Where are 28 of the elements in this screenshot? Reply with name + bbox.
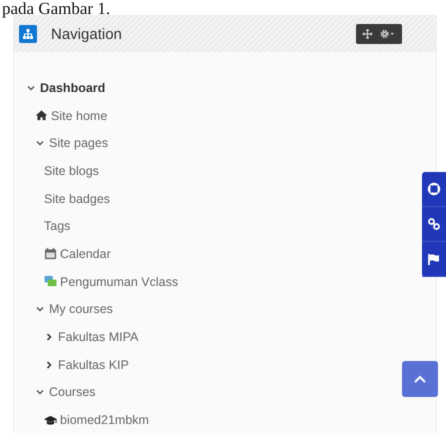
back-to-top-button[interactable]	[402, 361, 438, 397]
graduation-cap-icon	[44, 414, 57, 427]
tree-item[interactable]: Pengumuman Vclass	[60, 274, 178, 289]
tree-item[interactable]: Calendar	[60, 246, 111, 261]
tree-item[interactable]: Fakultas MIPA	[58, 330, 138, 344]
tree-item[interactable]: Site badges	[44, 192, 110, 206]
chevron-up-icon	[413, 374, 427, 384]
tree-item[interactable]: Site pages	[49, 136, 108, 150]
chevron-right-icon[interactable]	[44, 332, 54, 342]
tree-item[interactable]: Site home	[51, 108, 108, 123]
chevron-right-icon[interactable]	[44, 360, 54, 370]
chat-bubbles-icon	[44, 275, 57, 288]
calendar-icon	[44, 247, 57, 260]
home-icon	[35, 109, 48, 122]
tree-item[interactable]: My courses	[49, 302, 113, 316]
lifebuoy-icon[interactable]	[427, 182, 441, 196]
tree-item[interactable]: biomed21mbkm	[60, 413, 149, 428]
move-icon[interactable]	[362, 28, 373, 40]
flag-icon[interactable]	[427, 252, 441, 266]
link-icon[interactable]	[427, 217, 441, 231]
tree-item[interactable]: Tags	[44, 219, 70, 234]
settings-icon[interactable]	[379, 28, 396, 40]
block-title: Navigation	[51, 26, 123, 42]
tree-item[interactable]: Dashboard	[40, 80, 106, 95]
tree-item[interactable]: Courses	[49, 385, 96, 400]
tree-item[interactable]: Site blogs	[44, 164, 99, 178]
sitemap-icon	[19, 25, 37, 43]
tree-item[interactable]: Fakultas KIP	[58, 358, 129, 372]
